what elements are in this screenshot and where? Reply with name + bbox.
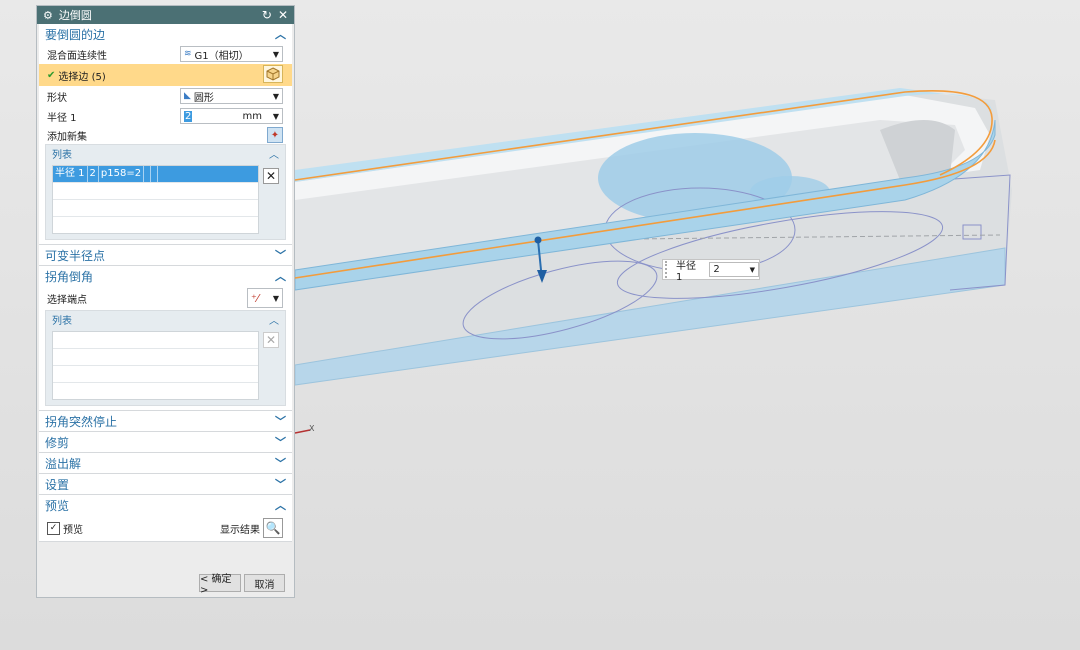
edge-blend-dialog: ⚙ 边倒圆 ↻ ✕ 要倒圆的边 ︿ 混合面连续性 ≋ G1（相切） ▼ ✔ 选择… [36,5,295,598]
corner-list-panel: 列表 ︿ ✕ [45,310,286,406]
add-new-set-button[interactable]: ✦ [267,127,283,143]
magnifier-icon: 🔍 [265,521,281,535]
section-stop-short-header[interactable]: 拐角突然停止 ﹀ [39,411,292,431]
section-stop-short: 拐角突然停止 ﹀ [39,411,292,432]
chevron-down-icon[interactable]: ▼ [273,112,279,121]
chevron-down-icon[interactable]: ﹀ [275,413,286,429]
radius-row: 半径 1 2 mm ▼ [39,106,292,126]
preview-checkbox[interactable]: ✓ [47,521,60,535]
edges-list-panel: 列表 ︿ 半径 1 2 p158=2 ✕ [45,144,286,240]
table-row [53,200,258,217]
continuity-select[interactable]: ≋ G1（相切） ▼ [180,46,283,62]
chevron-down-icon[interactable]: ﹀ [275,434,286,450]
select-endpoint-row: 选择端点 ⁺⁄ ▼ [39,286,292,310]
edges-list-table: 半径 1 2 p158=2 [52,165,259,234]
cancel-button[interactable]: 取消 [244,574,285,592]
table-row [53,349,258,366]
gear-icon[interactable]: ⚙ [43,9,53,22]
section-settings: 设置 ﹀ [39,474,292,495]
section-trim-header[interactable]: 修剪 ﹀ [39,432,292,452]
chevron-up-icon[interactable]: ︿ [275,268,286,284]
section-corner-setback-header[interactable]: 拐角倒角 ︿ [39,266,292,286]
section-preview-header[interactable]: 预览 ︿ [39,495,292,515]
section-overflow-header[interactable]: 溢出解 ﹀ [39,453,292,473]
ok-button[interactable]: < 确定 > [199,574,241,596]
corner-list-table [52,331,259,400]
dialog-title: 边倒圆 [58,9,92,22]
onscreen-radius-field[interactable]: 2 ▼ [709,262,760,277]
section-preview: 预览 ︿ ✓ 预览 显示结果 🔍 [39,495,292,542]
onscreen-radius-value: 2 [713,264,720,275]
corner-list-header[interactable]: 列表 ︿ [46,311,285,327]
axis-x-label: X [309,424,315,433]
continuity-icon: ≋ [184,49,192,59]
section-variable-radius-header[interactable]: 可变半径点 ﹀ [39,245,292,265]
checkmark-icon: ✔ [47,69,56,81]
close-icon[interactable]: ✕ [278,9,288,21]
chevron-up-icon[interactable]: ︿ [275,497,286,513]
chevron-up-icon[interactable]: ︿ [269,146,279,161]
section-variable-radius: 可变半径点 ﹀ [39,245,292,266]
table-row [53,332,258,349]
radius-handle-dot [534,236,542,244]
chevron-down-icon[interactable]: ▼ [750,266,755,274]
shape-row: 形状 ◣ 圆形 ▼ [39,86,292,106]
section-edges-header[interactable]: 要倒圆的边 ︿ [39,24,292,44]
section-settings-header[interactable]: 设置 ﹀ [39,474,292,494]
chevron-down-icon[interactable]: ▼ [273,294,279,303]
show-result-button[interactable]: 🔍 [263,518,283,538]
remove-row-button[interactable]: ✕ [263,168,279,184]
radius-input[interactable]: 2 mm ▼ [180,108,283,124]
select-edge-row[interactable]: ✔ 选择边 (5) [39,64,292,86]
add-new-set-row: 添加新集 ✦ [39,126,292,144]
continuity-row: 混合面连续性 ≋ G1（相切） ▼ [39,44,292,64]
chevron-down-icon[interactable]: ﹀ [275,455,286,471]
chevron-up-icon[interactable]: ︿ [269,312,279,327]
remove-row-button: ✕ [263,332,279,348]
dialog-footer: < 确定 > 取消 [37,567,294,597]
shape-select[interactable]: ◣ 圆形 ▼ [180,88,283,104]
chevron-up-icon[interactable]: ︿ [275,26,286,42]
section-overflow: 溢出解 ﹀ [39,453,292,474]
chevron-down-icon[interactable]: ▼ [273,92,279,101]
endpoint-select[interactable]: ⁺⁄ ▼ [247,288,283,308]
preview-row: ✓ 预览 显示结果 🔍 [39,515,292,541]
point-pick-icon: ⁺⁄ [251,291,259,305]
shape-icon: ◣ [184,91,191,101]
onscreen-radius-label: 半径 1 [675,260,696,283]
reset-icon[interactable]: ↻ [262,9,272,21]
table-row [53,217,258,233]
section-edges: 要倒圆的边 ︿ 混合面连续性 ≋ G1（相切） ▼ ✔ 选择边 (5) 形状 ◣… [39,24,292,245]
section-corner-setback: 拐角倒角 ︿ 选择端点 ⁺⁄ ▼ 列表 ︿ ✕ [39,266,292,411]
table-row [53,383,258,399]
edges-list-header[interactable]: 列表 ︿ [46,145,285,161]
table-row [53,366,258,383]
chevron-down-icon[interactable]: ﹀ [275,476,286,492]
table-row[interactable]: 半径 1 2 p158=2 [53,166,258,183]
chevron-down-icon[interactable]: ▼ [273,50,279,59]
section-trim: 修剪 ﹀ [39,432,292,453]
chevron-down-icon[interactable]: ﹀ [275,247,286,263]
edge-selection-cube-icon[interactable] [263,65,283,83]
onscreen-radius-input[interactable]: 半径 1 2 ▼ [662,259,760,283]
table-row [53,183,258,200]
dialog-title-bar: ⚙ 边倒圆 ↻ ✕ [37,6,294,24]
